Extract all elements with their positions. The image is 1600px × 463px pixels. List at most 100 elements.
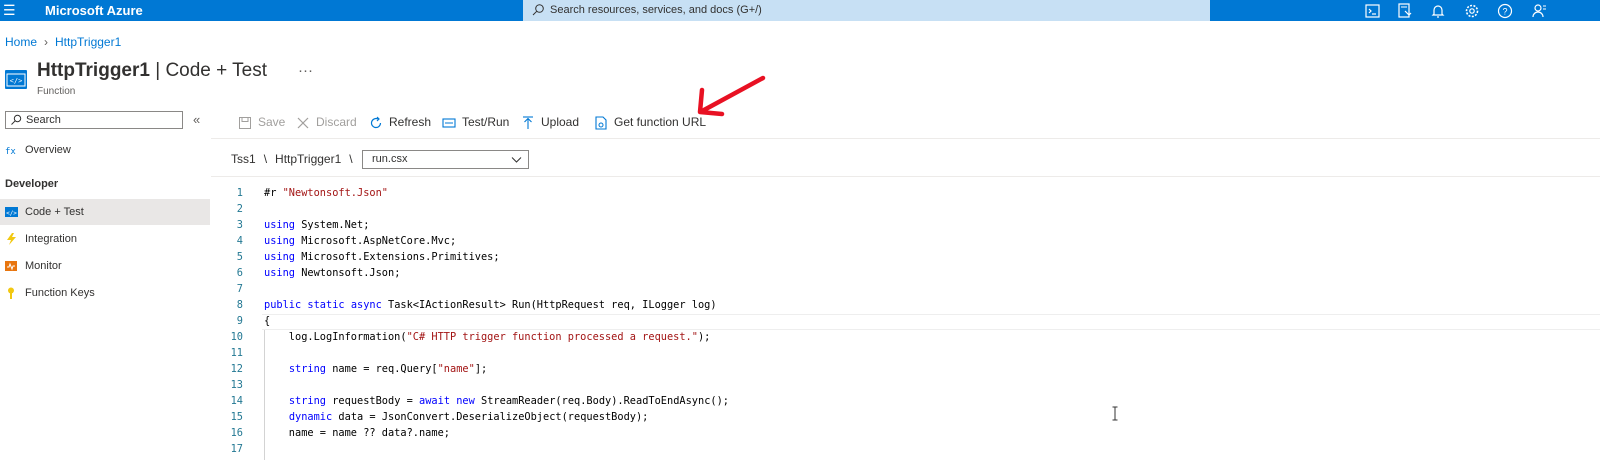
nav-section-developer: Developer [5, 178, 59, 190]
search-icon [532, 4, 544, 16]
breadcrumb-current[interactable]: HttpTrigger1 [55, 35, 121, 49]
line-number: 11 [230, 347, 243, 359]
close-icon [297, 117, 309, 129]
code-line: using Microsoft.AspNetCore.Mvc; [264, 235, 457, 247]
code-line: string requestBody = await new StreamRea… [288, 395, 729, 407]
discard-button[interactable]: Discard [296, 113, 357, 131]
test-run-label: Test/Run [462, 115, 510, 129]
line-number: 15 [230, 411, 243, 423]
help-icon[interactable]: ? [1496, 2, 1514, 20]
collapse-nav-button[interactable]: « [193, 112, 200, 127]
code-icon: </> [5, 207, 18, 217]
upload-icon [523, 116, 533, 129]
line-number: 3 [236, 219, 243, 231]
line-number: 12 [230, 363, 243, 375]
function-resource-icon: </> [5, 70, 27, 89]
path-separator: \ [349, 152, 353, 166]
editor-divider [211, 176, 1600, 177]
global-search-input[interactable]: Search resources, services, and docs (G+… [523, 0, 1210, 21]
line-number: 14 [230, 395, 243, 407]
page-subtitle: Function [37, 86, 76, 97]
code-line: #r "Newtonsoft.Json" [264, 187, 388, 199]
line-number: 8 [236, 299, 243, 311]
path-function[interactable]: HttpTrigger1 [275, 152, 341, 166]
settings-icon[interactable] [1463, 2, 1481, 20]
nav-item-label: Function Keys [25, 287, 95, 299]
code-line: dynamic data = JsonConvert.DeserializeOb… [288, 411, 649, 423]
key-icon [8, 287, 14, 299]
page-title-name: HttpTrigger1 [37, 60, 150, 81]
save-icon [239, 116, 251, 129]
line-number: 1 [236, 187, 243, 199]
line-number: 2 [236, 203, 243, 215]
upload-button[interactable]: Upload [521, 113, 579, 131]
file-select-value: run.csx [372, 153, 408, 165]
path-separator: \ [263, 152, 268, 166]
brand-title[interactable]: Microsoft Azure [45, 2, 143, 19]
line-number: 17 [230, 443, 243, 455]
breadcrumb-home[interactable]: Home [5, 35, 37, 49]
chevron-down-icon [511, 157, 522, 163]
svg-text:</>: </> [10, 77, 23, 85]
file-path-breadcrumb: Tss1 \ HttpTrigger1 \ [231, 152, 361, 166]
breadcrumb: Home › HttpTrigger1 [5, 35, 121, 49]
test-run-button[interactable]: Test/Run [442, 113, 509, 131]
directory-filter-icon[interactable] [1396, 2, 1414, 20]
cloud-shell-icon[interactable] [1364, 2, 1382, 20]
svg-text:?: ? [1502, 7, 1507, 17]
discard-label: Discard [316, 115, 357, 129]
line-number: 4 [236, 235, 243, 247]
search-placeholder: Search resources, services, and docs (G+… [550, 4, 762, 16]
file-select-dropdown[interactable]: run.csx [362, 150, 529, 169]
code-line: using Microsoft.Extensions.Primitives; [264, 251, 500, 263]
top-bar: ☰ Microsoft Azure Search resources, serv… [0, 0, 1600, 21]
link-document-icon [595, 116, 607, 130]
current-line-highlight [262, 314, 1600, 330]
nav-item-label: Overview [25, 144, 71, 156]
nav-item-code-test[interactable]: </> Code + Test [0, 199, 210, 225]
page-title: HttpTrigger1 | Code + Test [37, 59, 267, 83]
breadcrumb-chevron-icon: › [44, 35, 49, 49]
function-overview-icon: fx [5, 147, 16, 156]
line-number: 9 [236, 315, 243, 327]
nav-item-function-keys[interactable]: Function Keys [0, 280, 210, 306]
path-app[interactable]: Tss1 [231, 152, 256, 166]
code-line: using System.Net; [264, 219, 370, 231]
monitor-icon [5, 261, 17, 271]
refresh-button[interactable]: Refresh [369, 113, 431, 131]
upload-label: Upload [541, 115, 580, 129]
nav-item-monitor[interactable]: Monitor [0, 253, 210, 279]
code-line: public static async Task<IActionResult> … [264, 299, 717, 311]
refresh-label: Refresh [389, 115, 432, 129]
code-line: log.LogInformation("C# HTTP trigger func… [264, 331, 711, 343]
nav-item-overview[interactable]: fx Overview [0, 137, 210, 163]
line-number: 5 [236, 251, 243, 263]
save-button[interactable]: Save [238, 113, 285, 131]
code-line: string name = req.Query["name"]; [288, 363, 488, 375]
code-line: { [264, 315, 271, 327]
feedback-icon[interactable] [1530, 2, 1548, 20]
code-editor[interactable]: 1 2 3 4 5 6 7 8 9 10 11 12 13 14 15 16 1… [211, 184, 1600, 463]
toolbar-divider [211, 138, 1600, 139]
test-run-icon [442, 118, 456, 128]
lightning-icon [7, 233, 16, 245]
refresh-icon [370, 116, 382, 128]
more-options-button[interactable]: ··· [298, 62, 313, 79]
code-line: using Newtonsoft.Json; [264, 267, 401, 279]
page-title-blade: | Code + Test [149, 60, 268, 81]
line-number: 10 [230, 331, 243, 343]
menu-icon[interactable]: ☰ [3, 2, 17, 18]
line-number: 16 [230, 427, 243, 439]
nav-search-placeholder: Search [26, 114, 61, 126]
nav-item-label: Monitor [25, 260, 62, 272]
annotation-arrow-icon [697, 75, 766, 117]
nav-item-label: Integration [25, 233, 77, 245]
code-line: name = name ?? data?.name; [264, 427, 450, 439]
nav-search-input[interactable]: Search [5, 111, 183, 129]
notifications-icon[interactable] [1429, 2, 1447, 20]
line-number: 7 [236, 283, 243, 295]
search-icon [11, 114, 22, 125]
svg-text:fx: fx [5, 147, 16, 156]
nav-item-integration[interactable]: Integration [0, 226, 210, 252]
line-number: 13 [230, 379, 243, 391]
